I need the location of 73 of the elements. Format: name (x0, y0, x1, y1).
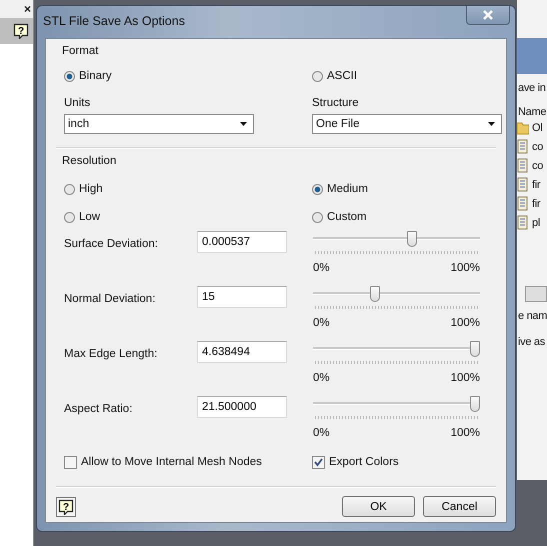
help-icon[interactable]: ? (13, 23, 29, 39)
scale-label: 100% (450, 427, 480, 439)
caret-icon (240, 122, 247, 126)
file-item[interactable]: fir (517, 194, 547, 213)
dropdown[interactable]: One File (312, 114, 502, 134)
dropdown[interactable]: inch (64, 114, 254, 134)
field-label: Units (64, 97, 92, 111)
input-field[interactable]: 0.000537 (197, 231, 287, 253)
caret-icon (488, 122, 495, 126)
scale-label: 0% (313, 317, 330, 329)
document-icon (517, 215, 529, 230)
file-item[interactable]: fir (517, 175, 547, 194)
group-label: Format (61, 45, 100, 57)
radio-button[interactable] (312, 184, 323, 194)
radio-button[interactable] (64, 184, 75, 194)
dialog-button[interactable]: OK (342, 496, 415, 517)
radio-button[interactable] (64, 212, 75, 222)
panel-header (517, 38, 547, 74)
close-button[interactable] (466, 6, 510, 25)
file-name: co (532, 160, 544, 172)
save-as-label: ive as (517, 336, 546, 348)
slider-thumb[interactable] (470, 341, 480, 357)
document-icon (517, 196, 529, 211)
file-name-label: e nam (517, 310, 547, 322)
option-label: ASCII (327, 70, 358, 82)
scale-label: 0% (313, 427, 330, 439)
dialog-button[interactable]: Cancel (423, 496, 496, 517)
radio-button[interactable] (312, 212, 323, 222)
scale-label: 0% (313, 372, 330, 384)
file-name: co (532, 140, 544, 152)
document-icon (517, 158, 529, 173)
scale-label: 100% (450, 262, 480, 274)
slider-thumb[interactable] (407, 231, 418, 247)
scale-label: 100% (450, 372, 480, 384)
input-field[interactable]: 4.638494 (197, 341, 287, 363)
field-label: Normal Deviation: (64, 293, 156, 307)
option-label: Medium (327, 183, 368, 195)
option-label: Low (79, 211, 100, 223)
window-title: STL File Save As Options (43, 14, 185, 28)
file-item[interactable]: pl (517, 213, 547, 232)
slider-thumb[interactable] (370, 286, 380, 302)
slider-thumb[interactable] (470, 396, 480, 412)
save-in-label: ave in (517, 82, 547, 94)
field-label: Aspect Ratio: (64, 403, 134, 417)
checkbox[interactable] (64, 456, 77, 468)
radio-button[interactable] (312, 70, 323, 82)
close-icon (482, 9, 494, 21)
checkbox[interactable] (312, 456, 325, 468)
panel-button[interactable] (525, 286, 547, 302)
file-name: Ol (532, 122, 542, 134)
file-item[interactable]: co (517, 137, 547, 156)
file-item[interactable]: Ol (517, 118, 547, 137)
input-field[interactable]: 15 (197, 286, 287, 308)
scale-label: 0% (313, 262, 330, 274)
option-label: Binary (79, 70, 112, 82)
document-icon (517, 139, 529, 154)
file-item[interactable]: co (517, 156, 547, 175)
field-label: Surface Deviation: (64, 238, 159, 252)
option-label: Custom (327, 211, 367, 223)
checkbox-label: Export Colors (329, 456, 399, 468)
radio-button[interactable] (64, 70, 75, 82)
file-name: pl (532, 216, 540, 228)
group-label: Resolution (61, 155, 118, 167)
field-label: Structure (312, 97, 360, 111)
field-label: Max Edge Length: (64, 348, 158, 362)
column-header[interactable]: Name (517, 106, 547, 118)
checkbox-label: Allow to Move Internal Mesh Nodes (81, 456, 262, 468)
option-label: High (79, 183, 103, 195)
scale-label: 100% (450, 317, 480, 329)
input-field[interactable]: 21.500000 (197, 396, 287, 418)
document-icon (517, 177, 529, 192)
file-name: fir (532, 198, 540, 210)
file-name: fir (532, 178, 540, 190)
